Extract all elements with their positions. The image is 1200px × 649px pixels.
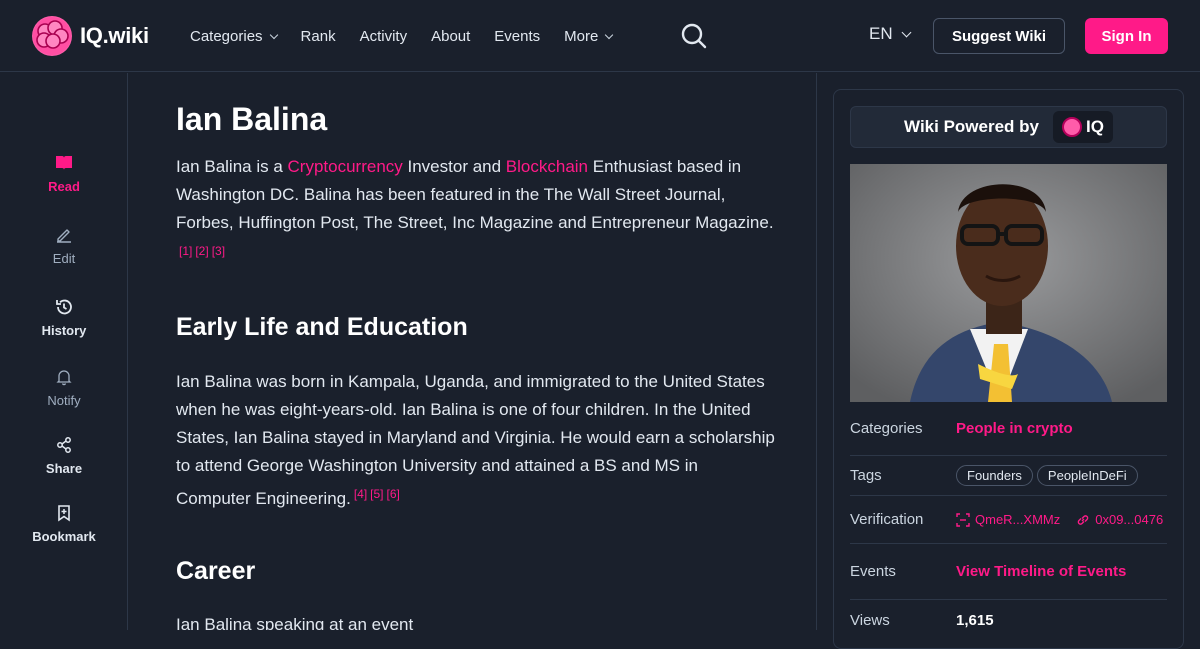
categories-label: Categories: [850, 420, 923, 437]
transaction-hash-link[interactable]: 0x09...0476: [1076, 512, 1163, 527]
text-fragment: Ian Balina is a: [176, 157, 288, 176]
views-row: Views 1,615: [850, 600, 1167, 640]
top-navigation-bar: IQ.wiki Categories Rank Activity About E…: [0, 0, 1200, 72]
language-label: EN: [869, 24, 893, 43]
section-heading-early-life: Early Life and Education: [176, 313, 468, 341]
history-icon: [56, 299, 72, 315]
nav-more[interactable]: More: [564, 27, 614, 45]
tags-label: Tags: [850, 467, 882, 484]
cryptocurrency-link[interactable]: Cryptocurrency: [288, 157, 403, 176]
bookmark-icon: [58, 505, 70, 522]
nav-events[interactable]: Events: [494, 28, 540, 45]
search-icon: [681, 23, 707, 49]
early-life-paragraph: Ian Balina was born in Kampala, Uganda, …: [176, 368, 776, 513]
powered-by-banner: Wiki Powered by IQ: [850, 106, 1167, 148]
wiki-info-panel: Wiki Powered by IQ Categories People in …: [833, 89, 1184, 649]
career-paragraph: Ian Balina speaking at an event: [176, 615, 414, 630]
categories-row: Categories People in crypto: [850, 402, 1167, 456]
pencil-icon: [57, 229, 71, 243]
sign-in-button[interactable]: Sign In: [1085, 18, 1168, 54]
section-heading-career: Career: [176, 557, 256, 585]
link-icon: [1077, 514, 1089, 525]
nav-activity[interactable]: Activity: [360, 28, 408, 45]
citation-link[interactable]: [2]: [195, 244, 208, 258]
transaction-hash-text: 0x09...0476: [1095, 512, 1164, 527]
main-nav: Categories Rank Activity About Events Mo…: [190, 0, 614, 72]
suggest-wiki-button[interactable]: Suggest Wiki: [933, 18, 1065, 54]
citation-link[interactable]: [4]: [354, 487, 367, 501]
nav-about[interactable]: About: [431, 28, 470, 45]
chevron-down-icon: [901, 27, 912, 38]
chevron-down-icon: [269, 30, 278, 39]
nav-categories[interactable]: Categories: [190, 27, 278, 45]
blockchain-link[interactable]: Blockchain: [506, 157, 588, 176]
citation-link[interactable]: [3]: [212, 244, 225, 258]
rail-label: Notify: [47, 393, 81, 408]
iq-badge[interactable]: IQ: [1052, 111, 1113, 143]
brain-logo-icon: [32, 16, 72, 56]
verification-label: Verification: [850, 511, 924, 528]
nav-label: Rank: [300, 27, 336, 45]
rail-label: Share: [45, 461, 83, 476]
profile-photo: [850, 164, 1167, 402]
iq-label: IQ: [1085, 117, 1104, 136]
citation-link[interactable]: [1]: [179, 244, 192, 258]
rail-history[interactable]: History: [0, 297, 128, 338]
views-count: 1,615: [956, 611, 994, 629]
verification-row: Verification QmeR...XMMz 0x09...0476: [850, 496, 1167, 544]
ipfs-hash-link[interactable]: QmeR...XMMz: [956, 512, 1060, 527]
rail-label: Edit: [52, 251, 76, 266]
nav-label: Activity: [359, 27, 408, 45]
nav-rank[interactable]: Rank: [301, 28, 336, 45]
nav-label: About: [431, 27, 471, 45]
powered-by-label: Wiki Powered by: [904, 117, 1039, 136]
rail-bookmark[interactable]: Bookmark: [0, 503, 128, 544]
text-fragment: Ian Balina was born in Kampala, Uganda, …: [176, 372, 775, 508]
chevron-down-icon: [605, 30, 614, 39]
view-timeline-link[interactable]: View Timeline of Events: [956, 563, 1126, 580]
tag-peopleindefi[interactable]: PeopleInDeFi: [1036, 465, 1138, 486]
nav-label: Categories: [190, 27, 263, 45]
search-button[interactable]: [680, 22, 708, 50]
brain-logo-icon: [1061, 117, 1082, 137]
citation-link[interactable]: [5]: [370, 487, 383, 501]
tag-founders[interactable]: Founders: [956, 465, 1033, 486]
rail-label: History: [41, 323, 87, 338]
ipfs-hash-text: QmeR...XMMz: [975, 512, 1061, 527]
share-icon: [57, 437, 71, 453]
text-fragment: Investor and: [402, 157, 506, 176]
page-title: Ian Balina: [176, 101, 328, 137]
article-actions-rail: Read Edit History Notify Share Bookmark: [0, 73, 128, 630]
rail-edit[interactable]: Edit: [0, 225, 128, 266]
intro-paragraph: Ian Balina is a Cryptocurrency Investor …: [176, 153, 776, 270]
rail-label: Bookmark: [32, 529, 96, 544]
language-selector[interactable]: EN: [869, 24, 912, 44]
rail-share[interactable]: Share: [0, 435, 128, 476]
bell-icon: [56, 370, 72, 386]
nav-label: Events: [494, 27, 541, 45]
site-logo[interactable]: IQ.wiki: [32, 16, 149, 56]
category-link[interactable]: People in crypto: [956, 420, 1073, 437]
nav-label: More: [564, 27, 599, 45]
rail-label: Read: [48, 179, 80, 194]
rail-notify[interactable]: Notify: [0, 367, 128, 408]
events-label: Events: [850, 563, 896, 580]
tags-row: Tags Founders PeopleInDeFi: [850, 456, 1167, 496]
events-row: Events View Timeline of Events: [850, 544, 1167, 600]
book-icon: [56, 156, 72, 170]
site-name: IQ.wiki: [80, 23, 149, 48]
rail-read[interactable]: Read: [0, 153, 128, 194]
article-content: Ian Balina Ian Balina is a Cryptocurrenc…: [128, 73, 817, 630]
citation-link[interactable]: [6]: [387, 487, 400, 501]
views-label: Views: [850, 611, 890, 629]
ipfs-icon: [956, 512, 970, 527]
